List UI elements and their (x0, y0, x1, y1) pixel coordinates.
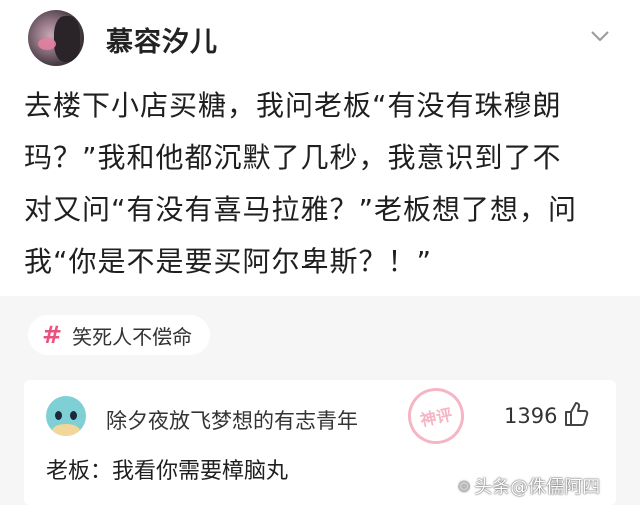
featured-comment-stamp: 神评 (402, 382, 470, 450)
post-card: 慕容汐儿 去楼下小店买糖，我问老板“有没有珠穆朗 玛？”我和他都沉默了几秒，我意… (0, 0, 640, 296)
avatar-lips (38, 38, 56, 50)
post-line: 对又问“有没有喜马拉雅？”老板想了想，问 (24, 193, 578, 226)
comment-text: 老板：我看你需要樟脑丸 (46, 459, 289, 484)
post-line: 我“你是不是要买阿尔卑斯？！” (24, 245, 433, 278)
watermark-text: 头条@侏儒阿四 (474, 477, 601, 498)
avatar-eye-left (55, 411, 62, 420)
weibo-icon: ◎ (458, 478, 471, 494)
chevron-down-icon[interactable] (590, 29, 610, 43)
post-content: 去楼下小店买糖，我问老板“有没有珠穆朗 玛？”我和他都沉默了几秒，我意识到了不 … (24, 80, 620, 288)
hashtag-icon: # (42, 321, 63, 349)
post-line: 玛？”我和他都沉默了几秒，我意识到了不 (24, 141, 562, 174)
post-header: 慕容汐儿 (0, 0, 640, 78)
commenter-name[interactable]: 除夕夜放飞梦想的有志青年 (106, 405, 358, 435)
post-line: 去楼下小店买糖，我问老板“有没有珠穆朗 (24, 89, 562, 122)
thumbs-up-icon[interactable] (563, 400, 589, 428)
topic-tag-label: 笑死人不偿命 (72, 324, 193, 349)
avatar-shell (52, 424, 80, 436)
avatar-face (54, 16, 80, 62)
source-watermark: ◎ 头条@侏儒阿四 (458, 473, 600, 499)
avatar-eye-right (70, 411, 77, 420)
avatar[interactable] (28, 10, 84, 66)
username[interactable]: 慕容汐儿 (106, 20, 218, 59)
commenter-avatar[interactable] (46, 396, 86, 436)
topic-tag[interactable]: # 笑死人不偿命 (28, 315, 211, 355)
like-count: 1396 (504, 404, 558, 428)
